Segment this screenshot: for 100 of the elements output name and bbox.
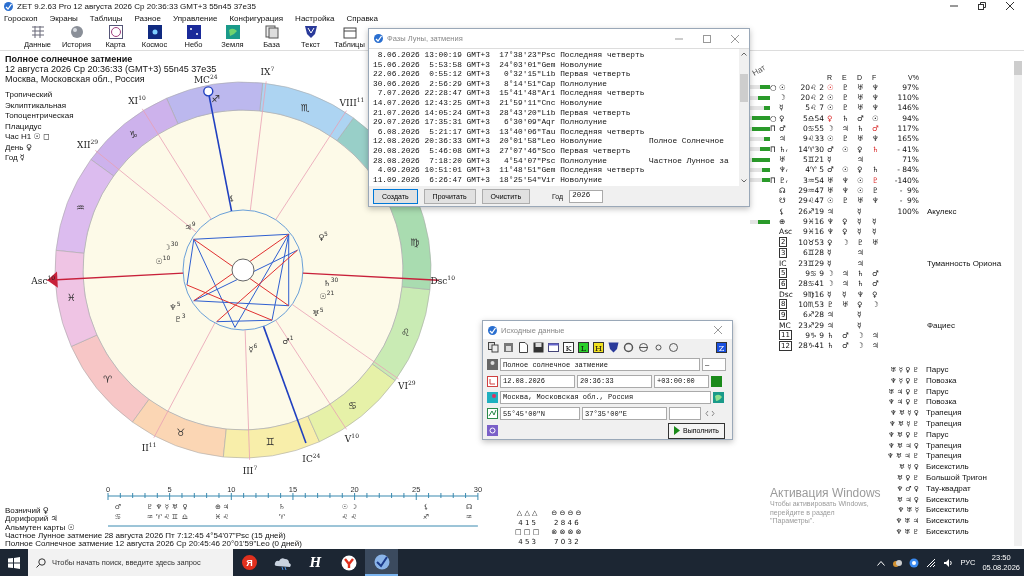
- copy-icon[interactable]: [488, 342, 499, 354]
- app-logo-icon: [488, 325, 497, 335]
- close-icon[interactable]: [1006, 2, 1014, 10]
- restore-icon[interactable]: [978, 2, 986, 10]
- configuration-name: Парус: [925, 429, 950, 441]
- sphere-icon: [69, 25, 84, 39]
- browser-icon: [340, 554, 357, 571]
- configuration-name: Парус: [925, 364, 950, 376]
- settings-icon: [487, 425, 498, 436]
- setting-text: Топоцентрическая: [5, 111, 74, 122]
- menu-item[interactable]: Таблицы: [89, 13, 123, 23]
- play-icon: [674, 426, 681, 435]
- scrollbar-thumb[interactable]: [740, 73, 748, 102]
- ruler-label: Час Н1: [5, 132, 33, 141]
- planet-label: ♆$^{5}$: [169, 300, 181, 312]
- zodiac-glyph: ♌: [400, 326, 410, 338]
- planet-label: ♂$^{1}$: [282, 334, 294, 346]
- configuration-name: Трапеция: [925, 408, 963, 419]
- circle-icon[interactable]: [623, 342, 634, 354]
- page-icon[interactable]: [518, 342, 529, 354]
- circle-icon[interactable]: [668, 342, 679, 354]
- speaker-icon[interactable]: [943, 557, 954, 568]
- house-label: IC$^{24}$: [302, 451, 321, 464]
- configuration-name: Трапеция: [925, 418, 963, 430]
- taskbar-app[interactable]: Я: [233, 549, 266, 576]
- configuration-name: Большой Тригон: [925, 472, 988, 484]
- house-label: III$^{7}$: [242, 463, 258, 476]
- configuration-name: Бисекстиль: [925, 526, 970, 538]
- zodiac-glyph: ♐: [211, 92, 221, 104]
- configuration-name: Бисекстиль: [925, 516, 970, 527]
- chart-date: 12 августа 2026 Ср 20:36:33 (GMT+3) 55n45 37e35: [5, 64, 217, 74]
- scroll-up-icon: [741, 52, 747, 56]
- house-label: XII$^{29}$: [77, 138, 99, 151]
- configuration-name: Повозка: [925, 397, 958, 409]
- windows-logo-icon[interactable]: [8, 556, 20, 569]
- globe-icon: [713, 391, 724, 403]
- dominant-label: Альмутен карты: [5, 522, 67, 532]
- maximize-icon[interactable]: [703, 34, 711, 43]
- planet-glyph: ♀: [25, 142, 32, 152]
- taskbar-app[interactable]: H: [299, 549, 332, 576]
- configuration-name: Повозка: [925, 375, 958, 387]
- letter-tool-button[interactable]: K: [563, 342, 574, 354]
- chart-title: Полное солнечное затмение: [5, 54, 133, 64]
- chevron-up-icon[interactable]: [877, 559, 886, 566]
- app-logo-icon: [4, 1, 13, 11]
- letter-tool-button[interactable]: L: [578, 342, 589, 354]
- search-icon: [36, 557, 46, 568]
- menu-item[interactable]: Разное: [134, 13, 161, 23]
- scrollbar[interactable]: [739, 49, 749, 186]
- app-logo-icon: [374, 34, 383, 43]
- configuration-name: Трапеция: [925, 440, 963, 452]
- scroll-down-icon: [741, 179, 747, 183]
- zodiac-glyph: ♋: [348, 399, 357, 411]
- pages-icon: [264, 25, 279, 39]
- configuration-name: Парус: [925, 386, 950, 398]
- letter-tool-button[interactable]: Z: [716, 342, 727, 354]
- configuration-name: Бисекстиль: [925, 505, 970, 517]
- house-label: XI$^{10}$: [128, 94, 146, 107]
- planet-label: ⚸: [229, 193, 235, 203]
- planet-label: ♄$^{30}$: [323, 276, 339, 288]
- save-icon[interactable]: [533, 342, 544, 354]
- configuration-name: Трапеция: [925, 451, 963, 463]
- zodiac-glyph: ♈: [103, 374, 113, 385]
- strikethrough-circle-icon[interactable]: [638, 342, 649, 354]
- dominant-label: Возничий: [5, 505, 41, 515]
- letter-tool-button[interactable]: H: [593, 342, 604, 354]
- house-label: Asc$^{10}$: [31, 274, 56, 287]
- app-letter-icon: H: [309, 555, 322, 570]
- sync-icon[interactable]: [909, 557, 920, 568]
- table-icon[interactable]: [548, 342, 559, 354]
- eclipse-text: Частное Лунное затмение 28 августа 2026 Пт 7:12:45 4°54'07"Psc (15 дней): [5, 532, 287, 540]
- zodiac-glyph: ♊: [265, 436, 275, 448]
- scrollbar[interactable]: [1014, 61, 1022, 546]
- table-cell-text: Фациес: [926, 320, 957, 330]
- eclipse-text: Полное Солнечное затмение 12 августа 2026 Ср 20:45:46 20°01'59"Leo (0 дней): [5, 540, 303, 549]
- shield-icon[interactable]: [608, 342, 619, 354]
- menu-item[interactable]: Конфигурация: [229, 13, 284, 23]
- configuration-name: Тау-квадрат: [925, 483, 972, 495]
- planet-glyph: ♀: [42, 505, 49, 515]
- setting-text: Эклиптикальная: [5, 100, 67, 111]
- menu-item[interactable]: Настройка: [295, 13, 335, 23]
- clipboard-icon[interactable]: [503, 342, 514, 354]
- altitude-field[interactable]: [669, 407, 701, 421]
- scrollbar-thumb[interactable]: [1014, 61, 1022, 75]
- menu-item[interactable]: Экраны: [49, 13, 78, 23]
- window-icon: [342, 25, 357, 39]
- menu-item[interactable]: Справка: [346, 13, 378, 23]
- menu-item[interactable]: Управление: [172, 13, 218, 23]
- square-icon: [711, 375, 722, 387]
- minimize-icon[interactable]: [950, 2, 958, 10]
- ruler-label: Год: [5, 153, 19, 162]
- menu-item[interactable]: Гороскоп: [4, 13, 38, 23]
- app-letter-icon: Я: [242, 555, 257, 570]
- zodiac-glyph: ♏: [300, 102, 310, 114]
- small-circle-icon[interactable]: [653, 342, 664, 354]
- network-icon[interactable]: [926, 557, 937, 568]
- grid-icon: [30, 25, 45, 39]
- zodiac-glyph: ♉: [176, 426, 186, 438]
- planet-label: ♃$^{9}$: [184, 220, 196, 232]
- people-icon: [487, 359, 498, 371]
